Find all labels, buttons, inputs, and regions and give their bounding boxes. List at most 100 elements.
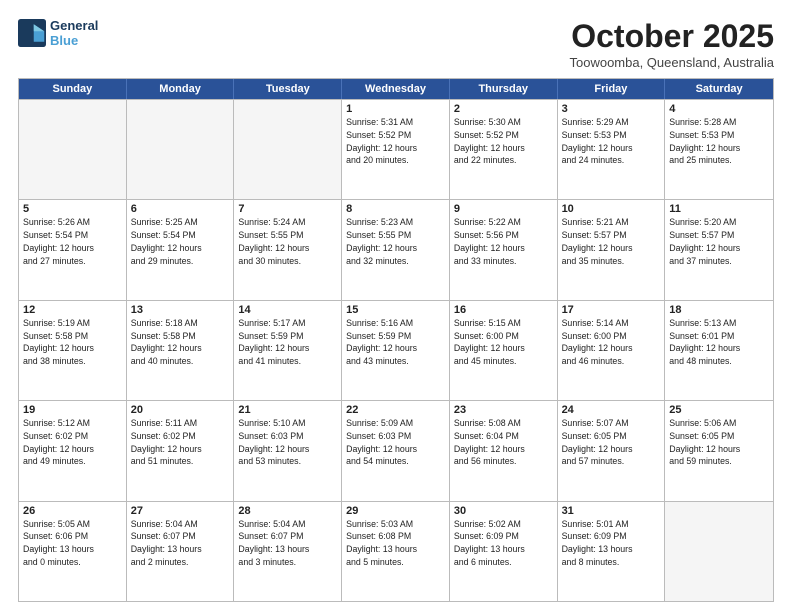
day-info: Sunrise: 5:15 AM Sunset: 6:00 PM Dayligh… <box>454 317 553 368</box>
day-number: 1 <box>346 103 445 115</box>
day-cell-5: 5Sunrise: 5:26 AM Sunset: 5:54 PM Daylig… <box>19 200 127 299</box>
day-cell-21: 21Sunrise: 5:10 AM Sunset: 6:03 PM Dayli… <box>234 401 342 500</box>
day-number: 4 <box>669 103 769 115</box>
day-info: Sunrise: 5:12 AM Sunset: 6:02 PM Dayligh… <box>23 417 122 468</box>
day-number: 12 <box>23 304 122 316</box>
day-cell-6: 6Sunrise: 5:25 AM Sunset: 5:54 PM Daylig… <box>127 200 235 299</box>
day-cell-28: 28Sunrise: 5:04 AM Sunset: 6:07 PM Dayli… <box>234 502 342 601</box>
day-number: 5 <box>23 203 122 215</box>
day-cell-22: 22Sunrise: 5:09 AM Sunset: 6:03 PM Dayli… <box>342 401 450 500</box>
calendar-header: SundayMondayTuesdayWednesdayThursdayFrid… <box>19 79 773 99</box>
header: General Blue October 2025 Toowoomba, Que… <box>18 18 774 70</box>
day-number: 25 <box>669 404 769 416</box>
day-cell-15: 15Sunrise: 5:16 AM Sunset: 5:59 PM Dayli… <box>342 301 450 400</box>
day-info: Sunrise: 5:03 AM Sunset: 6:08 PM Dayligh… <box>346 518 445 569</box>
page: General Blue October 2025 Toowoomba, Que… <box>0 0 792 612</box>
day-info: Sunrise: 5:22 AM Sunset: 5:56 PM Dayligh… <box>454 216 553 267</box>
day-number: 27 <box>131 505 230 517</box>
day-cell-14: 14Sunrise: 5:17 AM Sunset: 5:59 PM Dayli… <box>234 301 342 400</box>
day-number: 22 <box>346 404 445 416</box>
day-number: 3 <box>562 103 661 115</box>
calendar-row-2: 12Sunrise: 5:19 AM Sunset: 5:58 PM Dayli… <box>19 300 773 400</box>
day-cell-29: 29Sunrise: 5:03 AM Sunset: 6:08 PM Dayli… <box>342 502 450 601</box>
day-info: Sunrise: 5:14 AM Sunset: 6:00 PM Dayligh… <box>562 317 661 368</box>
day-number: 2 <box>454 103 553 115</box>
location: Toowoomba, Queensland, Australia <box>569 55 774 70</box>
day-cell-8: 8Sunrise: 5:23 AM Sunset: 5:55 PM Daylig… <box>342 200 450 299</box>
day-cell-11: 11Sunrise: 5:20 AM Sunset: 5:57 PM Dayli… <box>665 200 773 299</box>
day-cell-1: 1Sunrise: 5:31 AM Sunset: 5:52 PM Daylig… <box>342 100 450 199</box>
day-number: 16 <box>454 304 553 316</box>
weekday-header-saturday: Saturday <box>665 79 773 99</box>
day-cell-30: 30Sunrise: 5:02 AM Sunset: 6:09 PM Dayli… <box>450 502 558 601</box>
day-info: Sunrise: 5:24 AM Sunset: 5:55 PM Dayligh… <box>238 216 337 267</box>
day-info: Sunrise: 5:09 AM Sunset: 6:03 PM Dayligh… <box>346 417 445 468</box>
day-number: 11 <box>669 203 769 215</box>
day-number: 9 <box>454 203 553 215</box>
day-info: Sunrise: 5:04 AM Sunset: 6:07 PM Dayligh… <box>238 518 337 569</box>
day-cell-12: 12Sunrise: 5:19 AM Sunset: 5:58 PM Dayli… <box>19 301 127 400</box>
day-cell-9: 9Sunrise: 5:22 AM Sunset: 5:56 PM Daylig… <box>450 200 558 299</box>
empty-cell-4-6 <box>665 502 773 601</box>
day-info: Sunrise: 5:30 AM Sunset: 5:52 PM Dayligh… <box>454 116 553 167</box>
weekday-header-wednesday: Wednesday <box>342 79 450 99</box>
day-cell-18: 18Sunrise: 5:13 AM Sunset: 6:01 PM Dayli… <box>665 301 773 400</box>
logo: General Blue <box>18 18 98 48</box>
day-info: Sunrise: 5:08 AM Sunset: 6:04 PM Dayligh… <box>454 417 553 468</box>
day-info: Sunrise: 5:11 AM Sunset: 6:02 PM Dayligh… <box>131 417 230 468</box>
day-info: Sunrise: 5:01 AM Sunset: 6:09 PM Dayligh… <box>562 518 661 569</box>
day-info: Sunrise: 5:07 AM Sunset: 6:05 PM Dayligh… <box>562 417 661 468</box>
month-title: October 2025 <box>569 18 774 55</box>
day-number: 15 <box>346 304 445 316</box>
day-number: 7 <box>238 203 337 215</box>
weekday-header-friday: Friday <box>558 79 666 99</box>
day-cell-27: 27Sunrise: 5:04 AM Sunset: 6:07 PM Dayli… <box>127 502 235 601</box>
day-number: 30 <box>454 505 553 517</box>
day-number: 20 <box>131 404 230 416</box>
day-info: Sunrise: 5:19 AM Sunset: 5:58 PM Dayligh… <box>23 317 122 368</box>
day-info: Sunrise: 5:10 AM Sunset: 6:03 PM Dayligh… <box>238 417 337 468</box>
day-info: Sunrise: 5:23 AM Sunset: 5:55 PM Dayligh… <box>346 216 445 267</box>
day-cell-26: 26Sunrise: 5:05 AM Sunset: 6:06 PM Dayli… <box>19 502 127 601</box>
day-info: Sunrise: 5:28 AM Sunset: 5:53 PM Dayligh… <box>669 116 769 167</box>
weekday-header-sunday: Sunday <box>19 79 127 99</box>
day-info: Sunrise: 5:18 AM Sunset: 5:58 PM Dayligh… <box>131 317 230 368</box>
day-info: Sunrise: 5:25 AM Sunset: 5:54 PM Dayligh… <box>131 216 230 267</box>
day-number: 6 <box>131 203 230 215</box>
day-cell-4: 4Sunrise: 5:28 AM Sunset: 5:53 PM Daylig… <box>665 100 773 199</box>
day-number: 31 <box>562 505 661 517</box>
calendar-body: 1Sunrise: 5:31 AM Sunset: 5:52 PM Daylig… <box>19 99 773 601</box>
day-info: Sunrise: 5:05 AM Sunset: 6:06 PM Dayligh… <box>23 518 122 569</box>
calendar-row-4: 26Sunrise: 5:05 AM Sunset: 6:06 PM Dayli… <box>19 501 773 601</box>
logo-icon <box>18 19 46 47</box>
day-number: 13 <box>131 304 230 316</box>
day-number: 17 <box>562 304 661 316</box>
day-info: Sunrise: 5:26 AM Sunset: 5:54 PM Dayligh… <box>23 216 122 267</box>
day-cell-2: 2Sunrise: 5:30 AM Sunset: 5:52 PM Daylig… <box>450 100 558 199</box>
day-cell-16: 16Sunrise: 5:15 AM Sunset: 6:00 PM Dayli… <box>450 301 558 400</box>
weekday-header-thursday: Thursday <box>450 79 558 99</box>
day-info: Sunrise: 5:13 AM Sunset: 6:01 PM Dayligh… <box>669 317 769 368</box>
weekday-header-monday: Monday <box>127 79 235 99</box>
day-number: 23 <box>454 404 553 416</box>
empty-cell-0-1 <box>127 100 235 199</box>
day-number: 28 <box>238 505 337 517</box>
day-cell-7: 7Sunrise: 5:24 AM Sunset: 5:55 PM Daylig… <box>234 200 342 299</box>
title-block: October 2025 Toowoomba, Queensland, Aust… <box>569 18 774 70</box>
day-cell-13: 13Sunrise: 5:18 AM Sunset: 5:58 PM Dayli… <box>127 301 235 400</box>
day-info: Sunrise: 5:31 AM Sunset: 5:52 PM Dayligh… <box>346 116 445 167</box>
day-number: 8 <box>346 203 445 215</box>
day-number: 21 <box>238 404 337 416</box>
day-cell-31: 31Sunrise: 5:01 AM Sunset: 6:09 PM Dayli… <box>558 502 666 601</box>
day-cell-17: 17Sunrise: 5:14 AM Sunset: 6:00 PM Dayli… <box>558 301 666 400</box>
day-cell-3: 3Sunrise: 5:29 AM Sunset: 5:53 PM Daylig… <box>558 100 666 199</box>
day-cell-24: 24Sunrise: 5:07 AM Sunset: 6:05 PM Dayli… <box>558 401 666 500</box>
day-number: 19 <box>23 404 122 416</box>
day-number: 10 <box>562 203 661 215</box>
day-cell-20: 20Sunrise: 5:11 AM Sunset: 6:02 PM Dayli… <box>127 401 235 500</box>
day-cell-23: 23Sunrise: 5:08 AM Sunset: 6:04 PM Dayli… <box>450 401 558 500</box>
day-info: Sunrise: 5:21 AM Sunset: 5:57 PM Dayligh… <box>562 216 661 267</box>
day-info: Sunrise: 5:04 AM Sunset: 6:07 PM Dayligh… <box>131 518 230 569</box>
weekday-header-tuesday: Tuesday <box>234 79 342 99</box>
empty-cell-0-0 <box>19 100 127 199</box>
